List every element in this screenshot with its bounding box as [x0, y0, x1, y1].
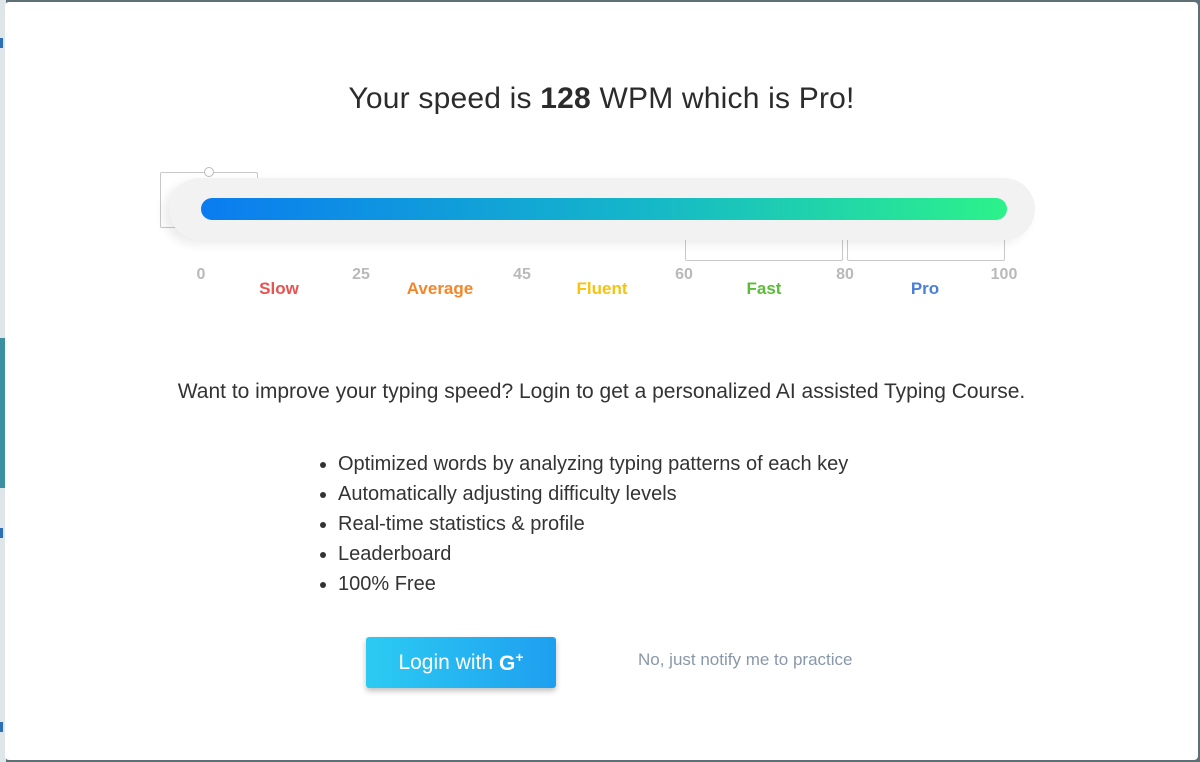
scale-tick-label: 80 — [836, 266, 854, 283]
login-with-google-button[interactable]: Login with G+ — [366, 637, 556, 688]
title-suffix: WPM which is Pro! — [599, 82, 855, 115]
result-dialog: Your speed is 128 WPM which is Pro! 0 25 4… — [5, 2, 1198, 760]
notify-practice-link[interactable]: No, just notify me to practice — [638, 650, 852, 670]
promo-text: Want to improve your typing speed? Login… — [177, 380, 1026, 403]
speed-result-title: Your speed is 128 WPM which is Pro! — [5, 82, 1198, 116]
scale-tick-label: 25 — [352, 266, 370, 283]
background-marker — [0, 38, 3, 48]
speed-category-fast: Fast — [746, 279, 782, 298]
speed-meter-track — [169, 178, 1035, 240]
background-marker — [0, 722, 3, 732]
speed-meter-fill — [201, 198, 1007, 220]
feature-item: Real-time statistics & profile — [317, 509, 848, 539]
speed-category-pro: Pro — [910, 279, 940, 298]
feature-list: Optimized words by analyzing typing patt… — [317, 449, 848, 599]
feature-item: Optimized words by analyzing typing patt… — [317, 449, 848, 479]
feature-item: Automatically adjusting difficulty level… — [317, 479, 848, 509]
speed-category-fluent: Fluent — [576, 279, 628, 298]
feature-item: Leaderboard — [317, 539, 848, 569]
scale-tick-label: 100 — [990, 266, 1018, 283]
scale-tick-label: 60 — [675, 266, 693, 283]
tooltip-handle — [204, 167, 214, 177]
scale-tick-label: 45 — [513, 266, 531, 283]
wpm-value: 128 — [540, 82, 591, 115]
title-prefix: Your speed is — [348, 82, 532, 115]
login-button-label: Login with — [398, 650, 494, 674]
speed-category-average: Average — [406, 279, 474, 298]
scale-tick-label: 0 — [196, 266, 206, 283]
feature-item: 100% Free — [317, 569, 848, 599]
speed-category-slow: Slow — [259, 279, 299, 298]
background-marker — [0, 528, 3, 538]
google-plus-icon: G+ — [499, 649, 524, 675]
